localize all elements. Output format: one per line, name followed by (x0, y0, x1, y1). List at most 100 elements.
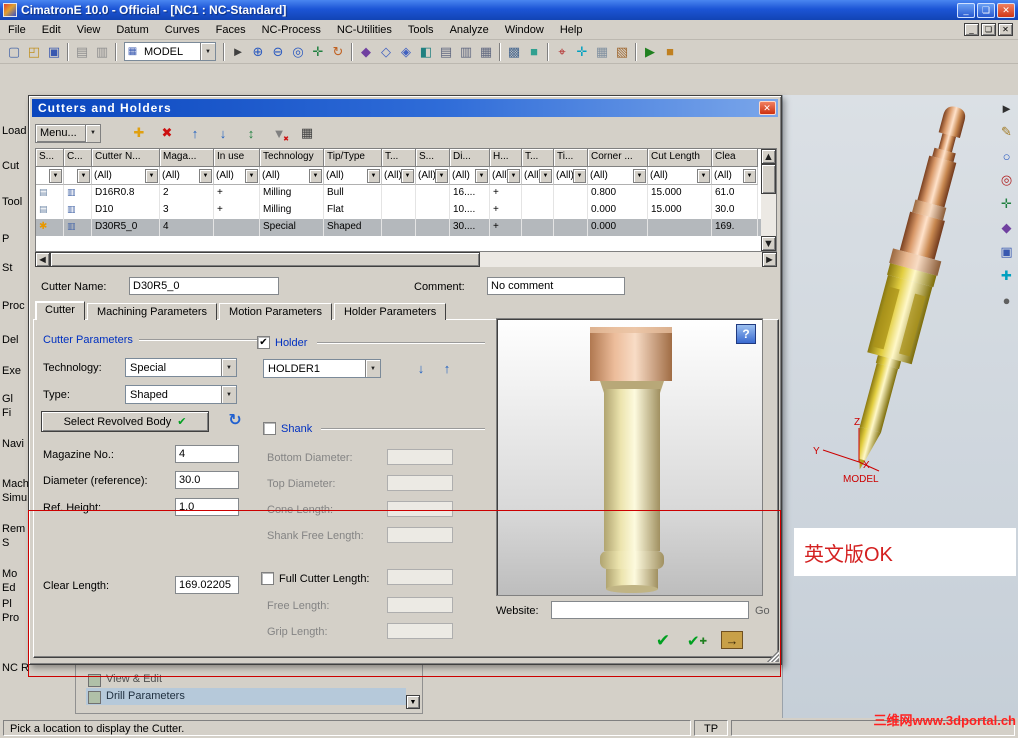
column-filter[interactable]: (All)▼ (648, 167, 712, 185)
mdi-close-button[interactable]: ✕ (998, 23, 1013, 36)
wireframe-view-icon[interactable]: ◇ (376, 42, 396, 62)
left-panel-label[interactable]: Mo (2, 568, 17, 580)
pan-icon[interactable]: ✛ (308, 42, 328, 62)
simulate-icon[interactable]: ▶ (640, 42, 660, 62)
column-header[interactable]: H... (490, 149, 522, 167)
column-header[interactable]: Corner ... (588, 149, 648, 167)
column-header[interactable]: In use (214, 149, 260, 167)
left-panel-label[interactable]: Exe (2, 365, 21, 377)
column-header[interactable]: T... (522, 149, 554, 167)
add-cutter-icon[interactable]: ✚ (129, 123, 149, 143)
chevron-down-icon[interactable]: ▼ (221, 386, 236, 403)
close-button[interactable]: ✕ (997, 2, 1015, 18)
print-preview-icon[interactable]: ▥ (92, 42, 112, 62)
clear-filter-icon[interactable]: ▼ ✖ (269, 123, 289, 144)
scroll-right-button[interactable]: ► (762, 252, 777, 267)
left-panel-label[interactable]: Proc (2, 300, 25, 312)
right-view-icon[interactable]: ▦ (476, 42, 496, 62)
hidden-line-icon[interactable]: ◈ (396, 42, 416, 62)
list-item[interactable]: View & Edit (86, 671, 406, 688)
chevron-down-icon[interactable]: ▼ (309, 168, 322, 183)
menu-datum[interactable]: Datum (108, 21, 156, 39)
sketch-pencil-icon[interactable]: ✎ (997, 122, 1017, 142)
tab-cutter[interactable]: Cutter (35, 301, 85, 320)
mdi-minimize-button[interactable]: _ (964, 23, 979, 36)
chevron-down-icon[interactable]: ▼ (539, 168, 552, 183)
go-button[interactable]: Go (755, 605, 770, 617)
cutter-catalog-icon[interactable]: ▦ (297, 123, 317, 143)
left-panel-label[interactable]: S (2, 537, 9, 549)
model-selector[interactable]: ▦ MODEL ▼ (124, 42, 216, 61)
chevron-down-icon[interactable]: ▼ (573, 168, 586, 183)
column-header[interactable]: Maga... (160, 149, 214, 167)
column-header[interactable]: C... (64, 149, 92, 167)
chevron-down-icon[interactable]: ▼ (697, 168, 710, 183)
export-cutter-icon[interactable]: ↑ (185, 123, 205, 143)
left-panel-label[interactable]: Pro (2, 612, 19, 624)
tab-holder-parameters[interactable]: Holder Parameters (333, 303, 447, 320)
chevron-down-icon[interactable]: ▼ (743, 168, 756, 183)
target-icon[interactable]: ◎ (997, 170, 1017, 190)
zoom-fit-icon[interactable]: ◎ (288, 42, 308, 62)
print-icon[interactable]: ▤ (72, 42, 92, 62)
apply-button[interactable]: ✔ ✚ (687, 631, 707, 651)
menu-faces[interactable]: Faces (208, 21, 254, 39)
chevron-down-icon[interactable]: ▼ (507, 168, 520, 183)
render-icon[interactable]: ■ (524, 42, 544, 62)
left-panel-label[interactable]: St (2, 262, 12, 274)
chevron-down-icon[interactable]: ▼ (365, 360, 380, 377)
zoom-out-icon[interactable]: ⊖ (268, 42, 288, 62)
open-file-icon[interactable]: ◰ (24, 42, 44, 62)
website-input[interactable] (551, 601, 749, 619)
get-holder-icon[interactable]: ↓ (411, 358, 431, 378)
select-tool-icon[interactable]: ► (997, 98, 1017, 118)
left-panel-label[interactable]: Tool (2, 196, 22, 208)
cross-icon[interactable]: ✛ (997, 194, 1017, 214)
viewport[interactable]: Y Z X MODEL 英文版OK (782, 95, 1018, 718)
shank-checkbox[interactable] (263, 422, 276, 435)
tab-motion-parameters[interactable]: Motion Parameters (219, 303, 332, 320)
scroll-down-button[interactable]: ▼ (406, 695, 420, 709)
column-header[interactable]: Cutter N... (92, 149, 160, 167)
column-filter[interactable]: ▼ (36, 167, 64, 185)
technology-select[interactable]: Special ▼ (125, 358, 237, 377)
table-row[interactable]: ▤ ▥ D10 3 + Milling Flat 10.... +0.000 15.000 30.0 (36, 202, 776, 219)
add-icon[interactable]: ✚ (997, 266, 1017, 286)
column-filter[interactable]: (All)▼ (92, 167, 160, 185)
type-select[interactable]: Shaped ▼ (125, 385, 237, 404)
menu-help[interactable]: Help (552, 21, 591, 39)
ucs-icon[interactable]: ✛ (572, 42, 592, 62)
column-header[interactable]: Ti... (554, 149, 588, 167)
help-button[interactable]: ? (736, 324, 756, 344)
column-filter[interactable]: (All)▼ (324, 167, 382, 185)
mdi-restore-button[interactable]: ❏ (981, 23, 996, 36)
chevron-down-icon[interactable]: ▼ (367, 168, 380, 183)
chevron-down-icon[interactable]: ▼ (145, 168, 158, 183)
menu-edit[interactable]: Edit (34, 21, 69, 39)
menu-nc-process[interactable]: NC-Process (254, 21, 329, 39)
stock-icon[interactable]: ■ (660, 42, 680, 62)
circle-icon[interactable]: ○ (997, 146, 1017, 166)
left-panel-label[interactable]: Simu (2, 492, 27, 504)
menu-file[interactable]: File (0, 21, 34, 39)
left-panel-label[interactable]: P (2, 233, 9, 245)
column-header[interactable]: Technology (260, 149, 324, 167)
refresh-icon[interactable]: ↻ (225, 410, 245, 430)
scroll-up-button[interactable]: ▲ (761, 149, 776, 164)
table-horizontal-scrollbar[interactable]: ◄ ► (35, 252, 777, 267)
chevron-down-icon[interactable]: ▼ (85, 124, 100, 142)
chevron-down-icon[interactable]: ▼ (435, 168, 448, 183)
iso-view-icon[interactable]: ◧ (416, 42, 436, 62)
ref-height-input[interactable] (175, 498, 239, 516)
column-header[interactable]: S... (36, 149, 64, 167)
chevron-down-icon[interactable]: ▼ (633, 168, 646, 183)
table-row[interactable]: ✱ ▥ D30R5_0 4 Special Shaped 30.... +0.000 169. (36, 219, 776, 236)
rotate-view-icon[interactable]: ↻ (328, 42, 348, 62)
chevron-down-icon[interactable]: ▼ (401, 168, 414, 183)
select-revolved-body-button[interactable]: Select Revolved Body ✔ (41, 411, 209, 432)
left-panel-label[interactable]: Load (2, 125, 26, 137)
diameter-input[interactable] (175, 471, 239, 489)
diamond-icon[interactable]: ◆ (997, 218, 1017, 238)
left-panel-label[interactable]: Ed (2, 582, 15, 594)
chevron-down-icon[interactable]: ▼ (200, 43, 215, 60)
